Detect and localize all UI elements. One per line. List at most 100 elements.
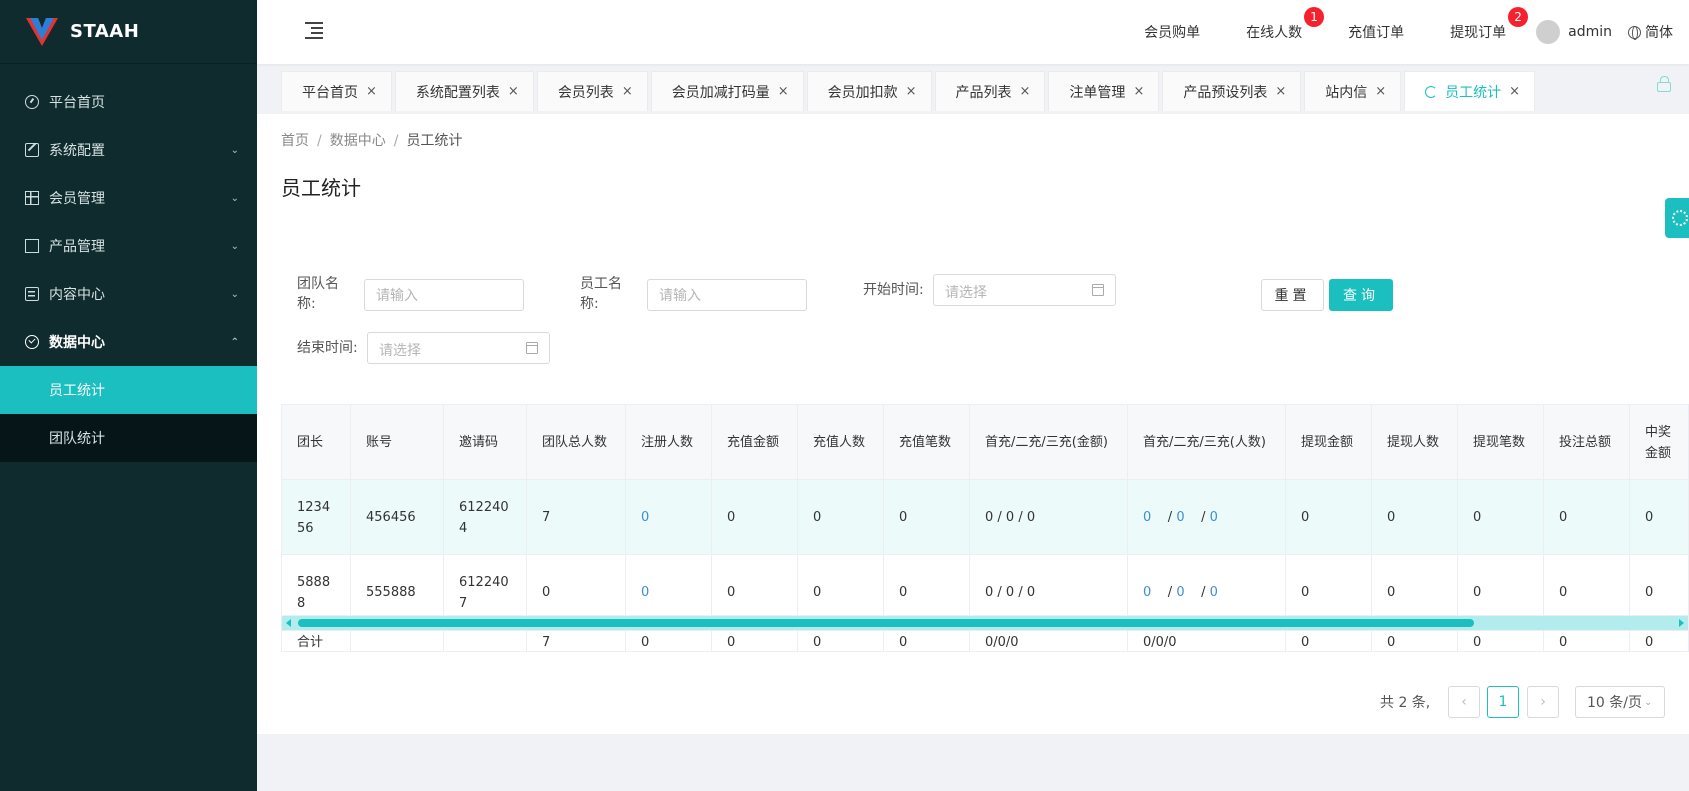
table-row[interactable]: 58888 555888 6122407 0 0 0 0 0 0 / 0 / 0… xyxy=(282,555,1688,630)
nav-online-users[interactable]: 在线人数 1 xyxy=(1246,7,1325,42)
cell-withdraw-count: 0 xyxy=(1458,480,1544,555)
breadcrumb-data-center[interactable]: 数据中心 xyxy=(330,133,386,149)
tab-label: 系统配置列表 xyxy=(415,84,500,101)
summary-invite-code xyxy=(444,631,527,651)
close-icon[interactable]: × xyxy=(778,84,789,99)
withdraw-count-badge: 2 xyxy=(1508,7,1529,27)
tab-label: 平台首页 xyxy=(302,84,358,101)
first-recharge-users-link[interactable]: 0 xyxy=(1143,507,1151,528)
close-icon[interactable]: × xyxy=(1020,84,1031,99)
settings-drawer-toggle[interactable] xyxy=(1665,198,1689,238)
tab-member-balance-adjust[interactable]: 会员加扣款 × xyxy=(806,71,932,111)
nav-recharge-orders[interactable]: 充值订单 xyxy=(1348,22,1404,42)
menu-label: 数据中心 xyxy=(49,335,105,351)
page-size-select[interactable]: 10 条/页 ⌄ xyxy=(1575,686,1665,718)
reset-button[interactable]: 重置 xyxy=(1261,279,1324,311)
brand-logo-icon xyxy=(26,17,58,46)
tab-product-preset-list[interactable]: 产品预设列表 × xyxy=(1162,71,1302,111)
tab-member-bet-adjust[interactable]: 会员加减打码量 × xyxy=(650,71,804,111)
page-number-button[interactable]: 1 xyxy=(1487,686,1519,718)
staff-name-label: 员工名称: xyxy=(580,276,622,312)
scroll-left-icon[interactable] xyxy=(286,619,291,627)
summary-withdraw-count: 0 xyxy=(1458,631,1544,651)
breadcrumb-home[interactable]: 首页 xyxy=(281,133,309,149)
submenu-item-team-stats[interactable]: 团队统计 xyxy=(0,414,257,462)
scroll-right-icon[interactable] xyxy=(1679,619,1684,627)
second-recharge-users-link[interactable]: 0 xyxy=(1176,582,1184,603)
close-icon[interactable]: × xyxy=(1509,84,1520,99)
language-switch[interactable]: 简体 xyxy=(1628,22,1673,42)
table-row[interactable]: 123456 456456 6122404 7 0 0 0 0 0 / 0 / … xyxy=(282,480,1688,555)
third-recharge-users-link[interactable]: 0 xyxy=(1210,507,1218,528)
summary-win-amount: 0 xyxy=(1630,631,1688,651)
summary-label: 合计 xyxy=(282,631,351,651)
summary-registered: 0 xyxy=(626,631,712,651)
tab-label: 会员加扣款 xyxy=(827,84,898,101)
menu-item-content[interactable]: 内容中心 ⌄ xyxy=(0,270,257,318)
header-recharge-count: 充值笔数 xyxy=(884,405,970,480)
nav-member-orders[interactable]: 会员购单 xyxy=(1144,22,1200,42)
close-icon[interactable]: × xyxy=(1375,84,1386,99)
summary-withdraw-amount: 0 xyxy=(1286,631,1372,651)
tab-label: 站内信 xyxy=(1325,84,1368,101)
data-center-submenu: 员工统计 团队统计 xyxy=(0,366,257,462)
header-recharge-users: 充值人数 xyxy=(798,405,884,480)
footer xyxy=(257,734,1689,791)
close-icon[interactable]: × xyxy=(508,84,519,99)
collapse-menu-icon[interactable] xyxy=(305,22,323,39)
submenu-item-staff-stats[interactable]: 员工统计 xyxy=(0,366,257,414)
menu-item-product[interactable]: 产品管理 ⌄ xyxy=(0,222,257,270)
tab-staff-stats[interactable]: 员工统计 × xyxy=(1404,71,1536,111)
nav-withdraw-orders[interactable]: 提现订单 2 xyxy=(1450,7,1529,42)
tab-label: 产品预设列表 xyxy=(1183,84,1268,101)
cell-invite-code: 6122404 xyxy=(444,480,527,555)
date-placeholder: 请选择 xyxy=(945,285,987,301)
second-recharge-users-link[interactable]: 0 xyxy=(1176,507,1184,528)
close-icon[interactable]: × xyxy=(1133,84,1144,99)
username[interactable]: admin xyxy=(1568,24,1612,40)
staff-name-input[interactable] xyxy=(647,279,807,311)
end-time-label: 结束时间: xyxy=(297,340,358,356)
globe-icon xyxy=(1628,25,1641,40)
logo[interactable]: STAAH xyxy=(0,0,257,64)
third-recharge-users-link[interactable]: 0 xyxy=(1210,582,1218,603)
sidebar: STAAH 平台首页 系统配置 ⌄ 会员管理 ⌄ 产品管理 ⌄ 内容中心 ⌄ 数… xyxy=(0,0,257,791)
avatar[interactable] xyxy=(1536,20,1561,44)
tab-label: 会员加减打码量 xyxy=(671,84,770,101)
close-icon[interactable]: × xyxy=(1275,84,1286,99)
cell-leader: 123456 xyxy=(282,480,351,555)
tab-bet-management[interactable]: 注单管理 × xyxy=(1048,71,1160,111)
header-withdraw-amount: 提现金额 xyxy=(1286,405,1372,480)
header-leader: 团长 xyxy=(282,405,351,480)
menu-item-data-center[interactable]: 数据中心 ⌃ xyxy=(0,318,257,366)
menu-item-dashboard[interactable]: 平台首页 xyxy=(0,78,257,126)
breadcrumb: 首页 / 数据中心 / 员工统计 xyxy=(281,133,463,149)
start-time-picker[interactable]: 请选择 xyxy=(933,274,1116,306)
lock-icon[interactable] xyxy=(1657,76,1671,92)
tab-product-list[interactable]: 产品列表 × xyxy=(934,71,1046,111)
query-button[interactable]: 查询 xyxy=(1329,279,1393,311)
side-menu: 平台首页 系统配置 ⌄ 会员管理 ⌄ 产品管理 ⌄ 内容中心 ⌄ 数据中心 ⌃ xyxy=(0,64,257,366)
grid-icon xyxy=(25,239,39,253)
top-header: 会员购单 在线人数 1 充值订单 提现订单 2 admin 简体 xyxy=(257,0,1689,64)
chevron-down-icon: ⌄ xyxy=(1643,696,1653,708)
menu-item-system-config[interactable]: 系统配置 ⌄ xyxy=(0,126,257,174)
first-recharge-users-link[interactable]: 0 xyxy=(1143,582,1151,603)
close-icon[interactable]: × xyxy=(366,84,377,99)
end-time-picker[interactable]: 请选择 xyxy=(367,332,550,364)
menu-item-member[interactable]: 会员管理 ⌄ xyxy=(0,174,257,222)
close-icon[interactable]: × xyxy=(622,84,633,99)
cell-registered-link[interactable]: 0 xyxy=(626,480,712,555)
cell-withdraw-users: 0 xyxy=(1372,480,1458,555)
next-page-button[interactable]: › xyxy=(1527,686,1559,718)
scrollbar-thumb[interactable] xyxy=(298,619,1474,627)
tab-member-list[interactable]: 会员列表 × xyxy=(536,71,648,111)
close-icon[interactable]: × xyxy=(906,84,917,99)
horizontal-scrollbar[interactable] xyxy=(282,616,1688,630)
tab-platform-home[interactable]: 平台首页 × xyxy=(281,71,392,111)
tab-system-config-list[interactable]: 系统配置列表 × xyxy=(394,71,534,111)
team-name-input[interactable] xyxy=(364,279,524,311)
refresh-icon[interactable] xyxy=(1425,85,1438,98)
tab-site-messages[interactable]: 站内信 × xyxy=(1304,71,1402,111)
prev-page-button[interactable]: ‹ xyxy=(1448,686,1480,718)
